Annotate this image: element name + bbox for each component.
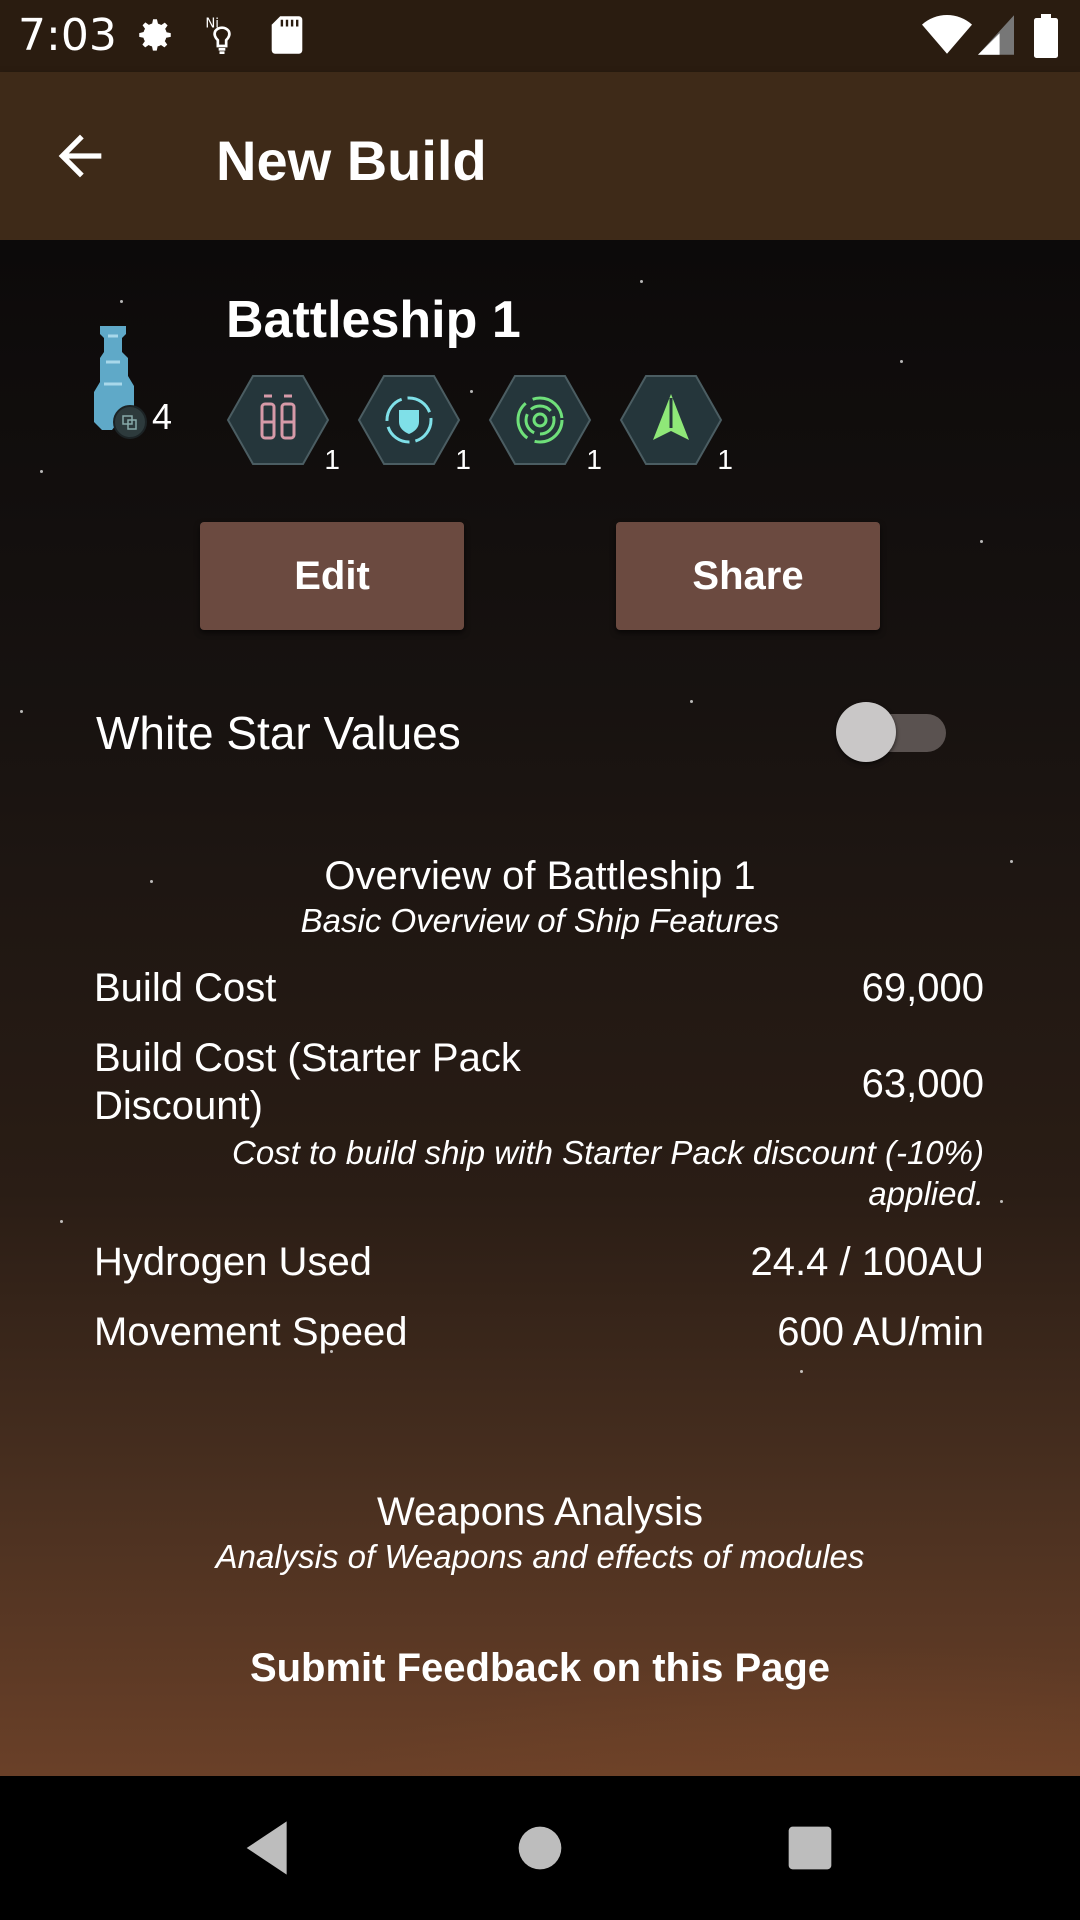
- starter-cost-label-line2: Discount): [94, 1084, 263, 1128]
- arrow-left-icon: [58, 134, 102, 178]
- app-bar: New Build: [0, 72, 1080, 240]
- triangle-back-icon: [246, 1821, 287, 1875]
- status-time: 7:03: [18, 10, 117, 61]
- hydrogen-value: 24.4 / 100AU: [750, 1240, 985, 1284]
- weapons-title: Weapons Analysis: [376, 1490, 704, 1534]
- submit-feedback-link[interactable]: Submit Feedback on this Page: [0, 1646, 1080, 1691]
- module-support-count: 1: [586, 444, 602, 475]
- overview-subtitle: Basic Overview of Ship Features: [300, 902, 780, 939]
- nav-recents-button[interactable]: [778, 1816, 842, 1880]
- sd-card-icon: [270, 14, 304, 61]
- starter-cost-value: 63,000: [861, 1062, 984, 1106]
- app-title: New Build: [216, 129, 487, 192]
- battleship-icon: [78, 322, 148, 440]
- wifi-icon: [922, 14, 972, 61]
- circle-home-icon: [518, 1826, 562, 1870]
- battery-icon: [1034, 14, 1058, 63]
- module-weapon-count: 1: [324, 444, 340, 475]
- overview-title: Overview of Battleship 1: [324, 854, 756, 898]
- speed-value: 600 AU/min: [777, 1310, 984, 1354]
- nav-back-button[interactable]: [236, 1816, 300, 1880]
- build-cost-label: Build Cost: [94, 966, 277, 1010]
- starter-cost-label-line1: Build Cost (Starter Pack: [94, 1036, 521, 1080]
- back-button[interactable]: [48, 124, 112, 188]
- toggle-knob: [836, 702, 896, 762]
- module-drone-count: 1: [717, 444, 733, 475]
- weapons-subtitle: Analysis of Weapons and effects of modul…: [215, 1538, 865, 1575]
- starter-cost-note-line1: Cost to build ship with Starter Pack dis…: [232, 1134, 984, 1171]
- speed-label: Movement Speed: [94, 1310, 408, 1354]
- signal-icon: [978, 14, 1014, 61]
- ship-name: Battleship 1: [226, 291, 521, 349]
- module-support[interactable]: 1: [488, 374, 602, 475]
- share-button[interactable]: Share: [616, 522, 880, 630]
- edit-button[interactable]: Edit: [200, 522, 464, 630]
- starter-cost-note-line2: applied.: [868, 1175, 984, 1212]
- build-cost-value: 69,000: [861, 966, 984, 1010]
- square-recents-icon: [788, 1826, 832, 1870]
- white-star-toggle-label: White Star Values: [96, 707, 461, 759]
- navigation-bar: [0, 1776, 1080, 1920]
- white-star-toggle[interactable]: [836, 702, 946, 762]
- bulb-icon: Ni: [202, 14, 242, 63]
- ship-level: 4: [152, 396, 173, 437]
- hydrogen-label: Hydrogen Used: [94, 1240, 372, 1284]
- nav-home-button[interactable]: [508, 1816, 572, 1880]
- gear-icon: [134, 14, 176, 61]
- module-drone[interactable]: 1: [619, 374, 733, 475]
- module-shield[interactable]: 1: [357, 374, 471, 475]
- module-weapon[interactable]: 1: [226, 374, 340, 475]
- module-shield-count: 1: [455, 444, 471, 475]
- status-bar: 7:03 Ni: [0, 0, 1080, 72]
